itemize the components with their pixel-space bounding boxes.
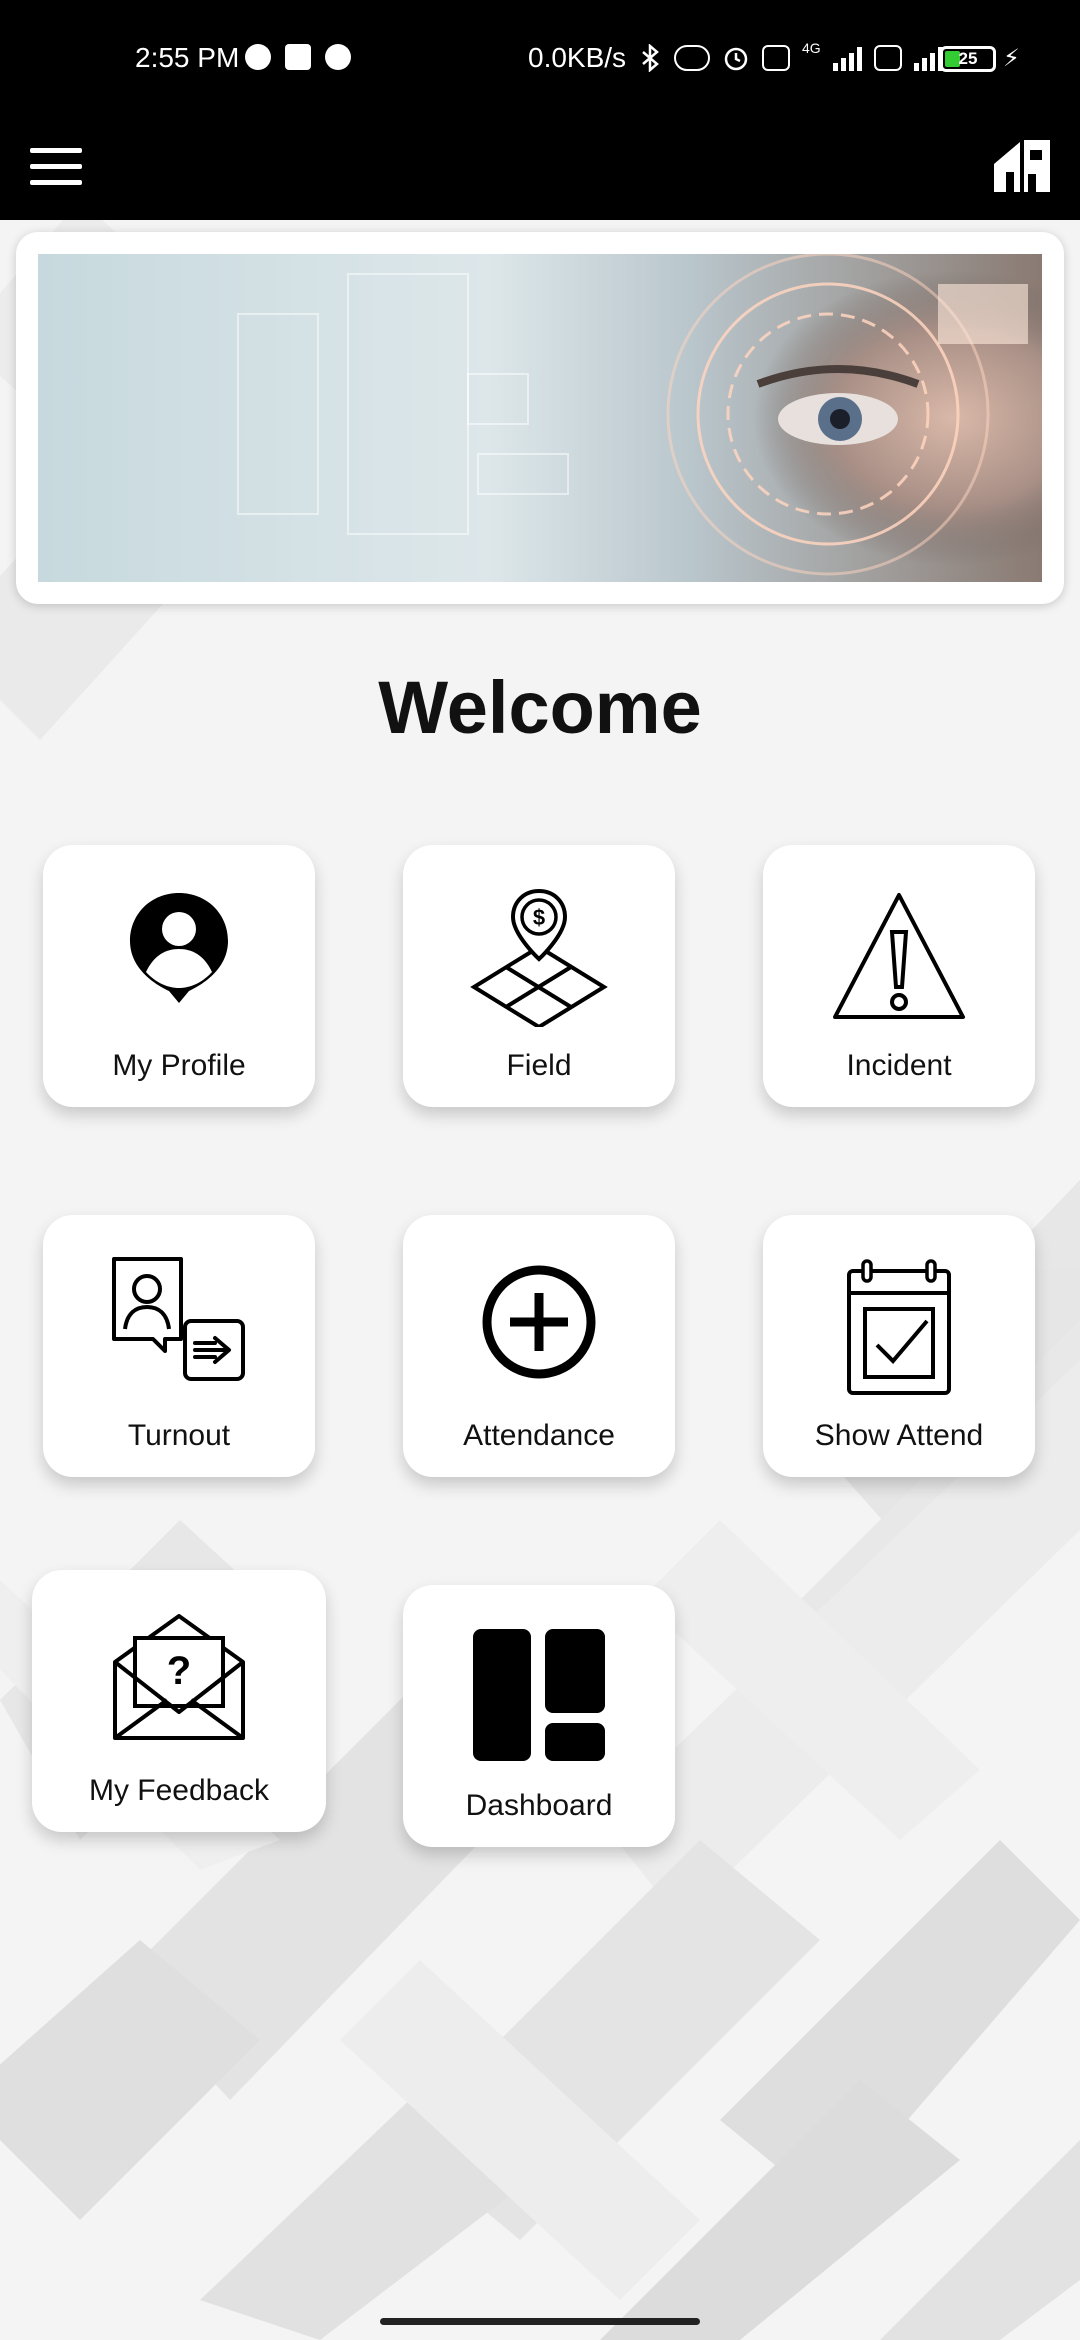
tile-label: Dashboard (465, 1789, 613, 1822)
volte-icon (873, 45, 902, 71)
system-icons: 4G (640, 40, 943, 72)
tile-label: Attendance (463, 1419, 615, 1452)
bluetooth-icon (642, 44, 659, 72)
network-type: 4G (802, 40, 821, 56)
user-exit-icon (112, 1257, 245, 1381)
home-button[interactable] (990, 134, 1054, 198)
signal-icon (832, 45, 862, 71)
tile-attendance[interactable]: Attendance (403, 1215, 675, 1477)
notification-icon (285, 44, 311, 70)
notification-icon (325, 44, 351, 70)
tile-label: Incident (846, 1049, 952, 1082)
app-bar (0, 120, 1080, 220)
mail-question-icon: ? (113, 1614, 245, 1740)
tile-label: Turnout (127, 1419, 231, 1452)
alarm-icon (724, 47, 748, 71)
map-dollar-icon: $ (470, 888, 608, 1027)
tile-field[interactable]: $ Field (403, 845, 675, 1107)
svg-text:?: ? (167, 1649, 191, 1693)
tile-my-profile[interactable]: My Profile (43, 845, 315, 1107)
tile-my-feedback[interactable]: ? My Feedback (32, 1570, 326, 1832)
tile-incident[interactable]: Incident (763, 845, 1035, 1107)
tile-label: Show Attend (814, 1419, 984, 1452)
signal-icon (913, 45, 943, 71)
notification-icon (245, 44, 271, 70)
svg-text:$: $ (533, 905, 545, 930)
battery-level: 25 (958, 49, 978, 68)
welcome-heading: Welcome (378, 666, 702, 749)
status-time: 2:55 PM (135, 42, 240, 73)
home-icon (994, 140, 1050, 192)
banner-image (38, 254, 1042, 582)
tile-label: Field (506, 1049, 572, 1082)
tile-dashboard[interactable]: Dashboard (403, 1585, 675, 1847)
charging-icon: ⚡ (1003, 45, 1020, 72)
user-pin-icon (130, 893, 228, 1003)
menu-button[interactable] (30, 144, 84, 192)
vibrate-icon (674, 45, 710, 71)
volte-icon (762, 45, 790, 71)
notification-icons (245, 44, 351, 70)
tile-label: My Feedback (88, 1774, 270, 1807)
calendar-check-icon (847, 1259, 951, 1395)
add-circle-icon (482, 1265, 596, 1379)
tile-label: My Profile (112, 1049, 246, 1082)
tile-turnout[interactable]: Turnout (43, 1215, 315, 1477)
warning-icon (833, 893, 965, 1019)
gesture-navigation-bar[interactable] (380, 2318, 700, 2325)
network-speed: 0.0KB/s (528, 42, 627, 73)
status-bar: 2:55 PM 0.0KB/s 4G 25 ⚡ (0, 0, 1080, 120)
dashboard-icon (473, 1629, 605, 1761)
tile-show-attend[interactable]: Show Attend (763, 1215, 1035, 1477)
banner-card (16, 232, 1064, 604)
battery-icon: 25 (940, 46, 996, 72)
